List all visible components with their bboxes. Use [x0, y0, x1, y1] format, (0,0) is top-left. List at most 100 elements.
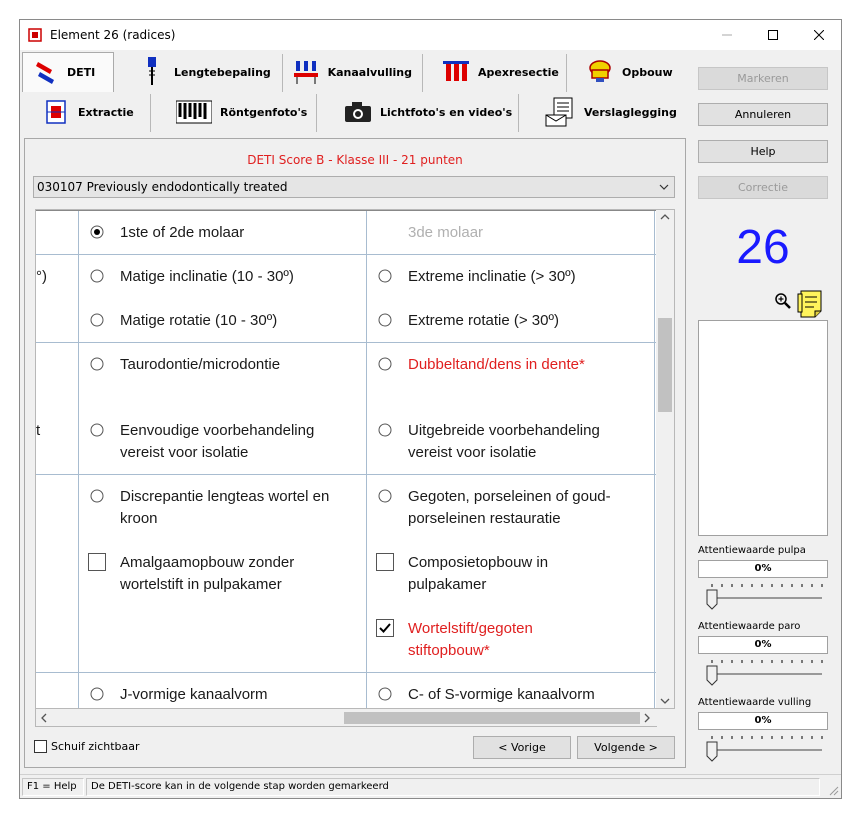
- radio-molaar-12[interactable]: [90, 225, 104, 239]
- tab-deti[interactable]: DETI: [22, 52, 114, 92]
- close-button[interactable]: [796, 20, 842, 50]
- maximize-icon: [768, 30, 778, 40]
- option-label: Amalgaamopbouw zonder: [120, 554, 295, 571]
- minimize-button[interactable]: [704, 20, 750, 50]
- attentiewaarde-vulling-label: Attentiewaarde vulling: [698, 697, 812, 708]
- option-label: Gegoten, porseleinen of goud-: [408, 488, 611, 505]
- tab-separator: [518, 94, 519, 132]
- radio-uitgebreide-voorbehandeling[interactable]: [378, 423, 392, 437]
- deti-score: DETI Score B - Klasse III - 21 punten: [247, 153, 463, 167]
- option-label: stiftopbouw*: [408, 642, 490, 659]
- annuleren-button[interactable]: Annuleren: [698, 103, 828, 126]
- resize-grip-icon[interactable]: [827, 784, 839, 796]
- diagnosis-dropdown[interactable]: 030107 Previously endodontically treated: [33, 176, 675, 198]
- attentiewaarde-paro-slider[interactable]: [698, 656, 828, 688]
- grid-line: [36, 672, 656, 673]
- grid-line: [366, 210, 367, 708]
- radio-dubbeltand[interactable]: [378, 357, 392, 371]
- sticky-note-icon[interactable]: [796, 288, 828, 320]
- tooth-number: 26: [736, 221, 790, 274]
- chevron-right-icon[interactable]: [642, 713, 652, 723]
- notes-textarea[interactable]: [698, 320, 828, 536]
- volgende-button[interactable]: Volgende >: [577, 736, 675, 759]
- attentiewaarde-paro-value: 0%: [698, 636, 828, 654]
- option-label: J-vormige kanaalvorm: [120, 686, 268, 703]
- tab-separator: [566, 54, 567, 92]
- option-label: Dubbeltand/dens in dente*: [408, 356, 585, 373]
- deti-criteria-content: °) t 1ste of 2de molaar 3de molaar Matig…: [36, 210, 656, 708]
- option-label: kroon: [120, 510, 158, 527]
- option-label: vereist voor isolatie: [120, 444, 249, 461]
- vertical-scrollbar[interactable]: [656, 210, 674, 708]
- radio-discrepantie[interactable]: [90, 489, 104, 503]
- option-label: Eenvoudige voorbehandeling: [120, 422, 315, 439]
- tab-separator: [282, 54, 283, 92]
- radio-eenvoudige-voorbehandeling[interactable]: [90, 423, 104, 437]
- chevron-down-icon[interactable]: [660, 696, 670, 706]
- attentiewaarde-pulpa-slider[interactable]: [698, 580, 828, 612]
- tab-row-2: Extractie Röntgenfoto's Lichtfoto's en v…: [20, 92, 696, 136]
- app-icon: [28, 28, 42, 42]
- grid-line: [36, 254, 656, 255]
- option-label: Wortelstift/gegoten: [408, 620, 533, 637]
- file-instrument-icon: [138, 57, 166, 86]
- schuif-zichtbaar-checkbox[interactable]: [34, 740, 47, 753]
- grid-line: [36, 474, 656, 475]
- tab-separator: [150, 94, 151, 132]
- tab-kanaalvulling[interactable]: Kanaalvulling: [292, 52, 412, 92]
- correctie-button[interactable]: Correctie: [698, 176, 828, 199]
- deti-panel: DETI Score B - Klasse III - 21 punten 03…: [24, 138, 686, 768]
- checkbox-composietopbouw[interactable]: [376, 553, 394, 571]
- attentiewaarde-vulling-slider[interactable]: [698, 732, 828, 764]
- radio-matige-inclinatie[interactable]: [90, 269, 104, 283]
- radio-gegoten-restauratie[interactable]: [378, 489, 392, 503]
- chevron-down-icon: [659, 184, 669, 190]
- apex-resection-icon: [442, 58, 470, 86]
- tab-apexresectie[interactable]: Apexresectie: [442, 52, 562, 92]
- vertical-scrollbar-thumb[interactable]: [658, 318, 672, 412]
- attentiewaarde-vulling-value: 0%: [698, 712, 828, 730]
- option-label: Discrepantie lengteas wortel en: [120, 488, 330, 505]
- vorige-button[interactable]: < Vorige: [473, 736, 571, 759]
- radio-matige-rotatie[interactable]: [90, 313, 104, 327]
- radio-c-vormig[interactable]: [378, 687, 392, 701]
- tab-opbouw[interactable]: Opbouw: [586, 52, 686, 92]
- option-label: porseleinen restauratie: [408, 510, 561, 527]
- tab-extractie[interactable]: Extractie: [42, 92, 152, 132]
- radio-taurodontie[interactable]: [90, 357, 104, 371]
- maximize-button[interactable]: [750, 20, 796, 50]
- chevron-left-icon[interactable]: [39, 713, 49, 723]
- attentiewaarde-pulpa-label: Attentiewaarde pulpa: [698, 545, 806, 556]
- radio-j-vormig[interactable]: [90, 687, 104, 701]
- option-label: 3de molaar: [408, 224, 484, 241]
- deti-criteria-grid: °) t 1ste of 2de molaar 3de molaar Matig…: [35, 209, 675, 709]
- markeren-button[interactable]: Markeren: [698, 67, 828, 90]
- tooth-icon: [31, 59, 59, 87]
- option-label: wortelstift in pulpakamer: [120, 576, 282, 593]
- camera-icon: [344, 98, 372, 126]
- horizontal-scrollbar[interactable]: [35, 709, 657, 727]
- canal-filling-icon: [292, 58, 320, 86]
- minimize-icon: [722, 34, 732, 36]
- grid-line: [36, 342, 656, 343]
- radio-extreme-inclinatie[interactable]: [378, 269, 392, 283]
- radio-extreme-rotatie[interactable]: [378, 313, 392, 327]
- tab-verslaglegging[interactable]: Verslaglegging: [544, 92, 684, 132]
- option-label: Taurodontie/microdontie: [120, 356, 281, 373]
- tab-lengtebepaling[interactable]: Lengtebepaling: [138, 52, 278, 92]
- chevron-up-icon[interactable]: [660, 212, 670, 222]
- checkbox-amalgaamopbouw[interactable]: [88, 553, 106, 571]
- checkbox-wortelstift[interactable]: [376, 619, 394, 637]
- zoom-in-icon[interactable]: [774, 292, 792, 310]
- status-help: F1 = Help: [22, 778, 84, 796]
- tab-lichtfotos[interactable]: Lichtfoto's en video's: [344, 92, 524, 132]
- horizontal-scrollbar-thumb[interactable]: [344, 712, 640, 724]
- tab-separator: [422, 54, 423, 92]
- tab-row-1: DETI Lengtebepaling Kanaalvulling Apexre…: [20, 50, 696, 94]
- xray-icon: [176, 98, 212, 126]
- option-label: Extreme rotatie (> 30º): [408, 312, 559, 329]
- title-bar: Element 26 (radices): [20, 20, 841, 50]
- status-bar: F1 = Help De DETI-score kan in de volgen…: [20, 774, 841, 798]
- tab-rontgenfotos[interactable]: Röntgenfoto's: [176, 92, 316, 132]
- help-button[interactable]: Help: [698, 140, 828, 163]
